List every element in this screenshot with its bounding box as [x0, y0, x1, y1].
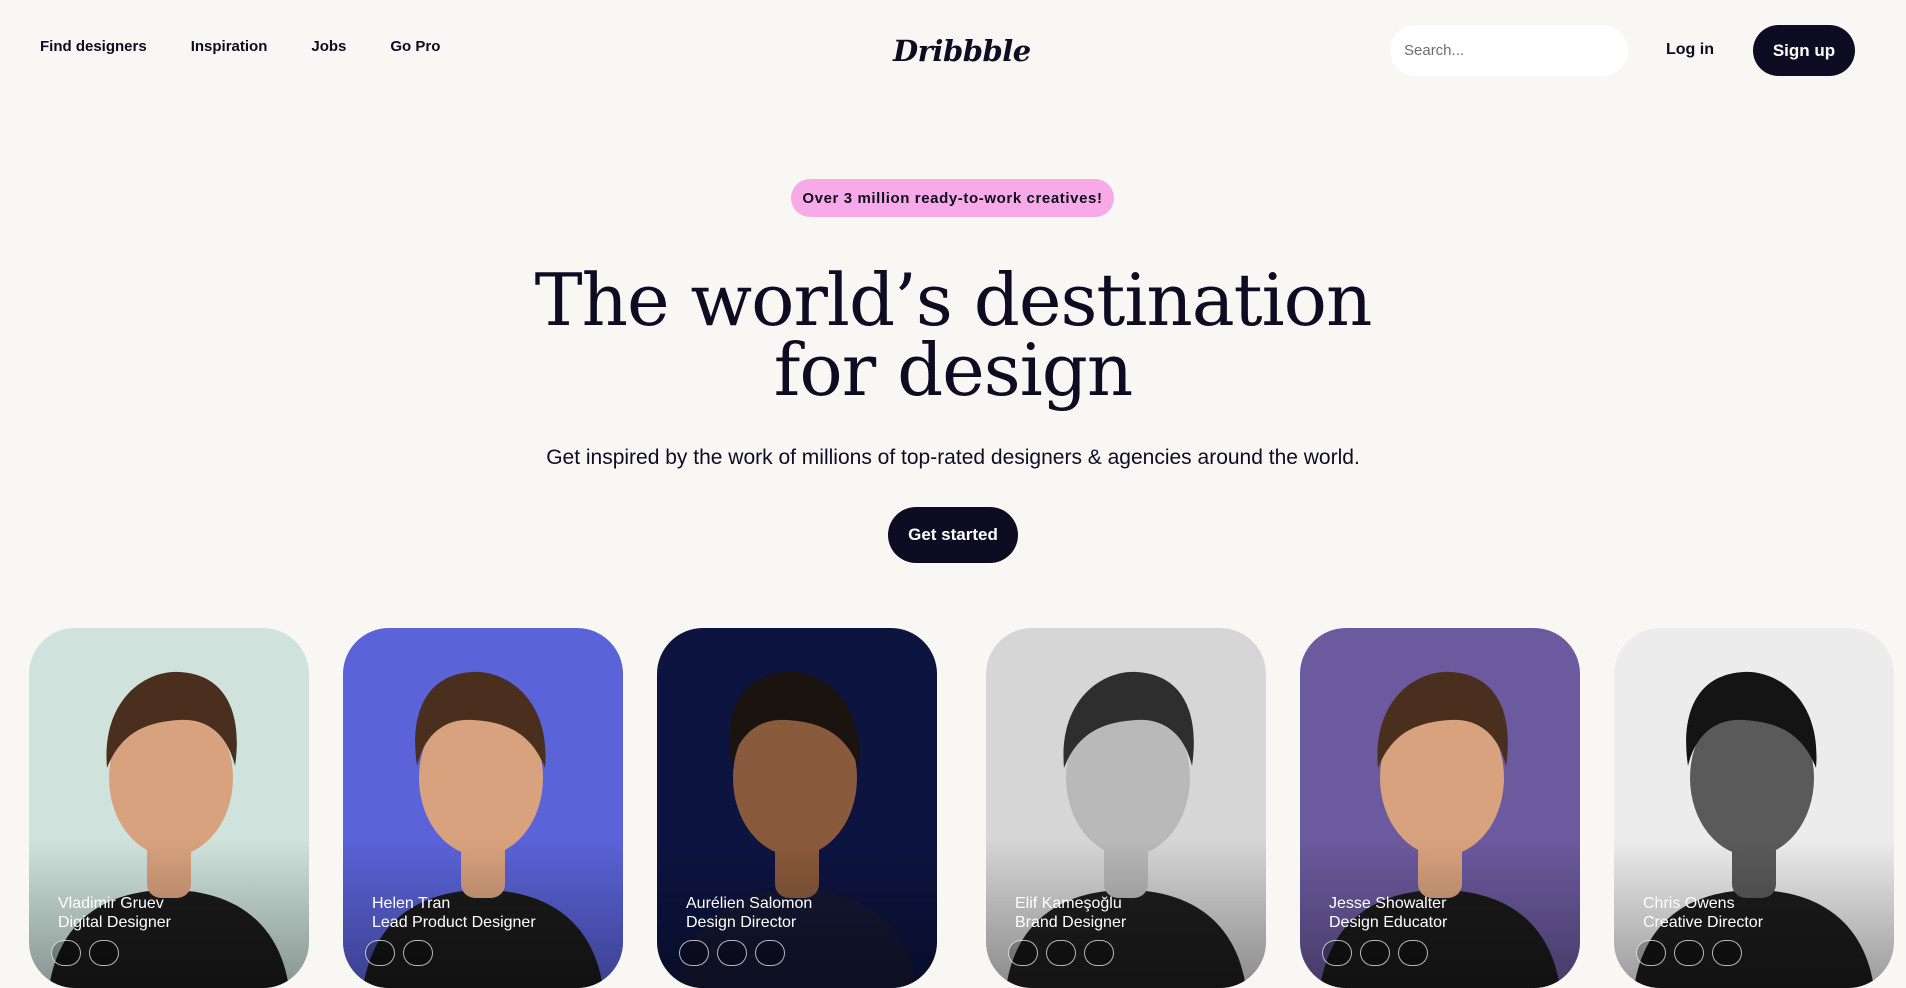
- designer-tag[interactable]: [403, 940, 433, 966]
- primary-nav: Find designers Inspiration Jobs Go Pro: [40, 38, 440, 55]
- login-link[interactable]: Log in: [1666, 41, 1714, 59]
- designer-role: Creative Director: [1643, 914, 1764, 931]
- hero-badge: Over 3 million ready-to-work creatives!: [791, 179, 1114, 217]
- dribbble-logo[interactable]: Dribbble: [893, 34, 1031, 68]
- hero-headline: The world’s destination for design: [453, 264, 1453, 406]
- nav-link-jobs[interactable]: Jobs: [311, 38, 346, 55]
- signup-button[interactable]: Sign up: [1753, 25, 1855, 76]
- nav-link-go-pro[interactable]: Go Pro: [390, 38, 440, 55]
- designer-role: Digital Designer: [58, 914, 171, 931]
- designer-tag[interactable]: [1322, 940, 1352, 966]
- designer-tags: [1636, 940, 1742, 966]
- designer-tag[interactable]: [365, 940, 395, 966]
- designer-role: Design Educator: [1329, 914, 1448, 931]
- top-navigation: Find designers Inspiration Jobs Go Pro D…: [0, 0, 1906, 100]
- designer-role: Brand Designer: [1015, 914, 1127, 931]
- designer-tag[interactable]: [1398, 940, 1428, 966]
- get-started-button[interactable]: Get started: [888, 507, 1018, 563]
- designer-card[interactable]: Helen Tran Lead Product Designer: [343, 628, 623, 988]
- designer-card[interactable]: Aurélien Salomon Design Director: [657, 628, 937, 988]
- hero-subheadline: Get inspired by the work of millions of …: [546, 446, 1360, 469]
- search-box[interactable]: [1390, 25, 1628, 76]
- designer-tag[interactable]: [717, 940, 747, 966]
- designer-tag[interactable]: [1084, 940, 1114, 966]
- designer-tags: [365, 940, 433, 966]
- designer-tags: [51, 940, 119, 966]
- designer-tag[interactable]: [679, 940, 709, 966]
- designer-card[interactable]: Elif Kameşoğlu Brand Designer: [986, 628, 1266, 988]
- designer-name: Jesse Showalter: [1329, 895, 1447, 912]
- designer-tag[interactable]: [1712, 940, 1742, 966]
- nav-link-find-designers[interactable]: Find designers: [40, 38, 147, 55]
- designer-info: Elif Kameşoğlu Brand Designer: [1015, 894, 1126, 932]
- designer-info: Chris Owens Creative Director: [1643, 894, 1763, 932]
- designer-name: Elif Kameşoğlu: [1015, 895, 1122, 912]
- designer-tag[interactable]: [1360, 940, 1390, 966]
- designer-tag[interactable]: [755, 940, 785, 966]
- hero-headline-line-2: for design: [773, 328, 1133, 412]
- designer-tag[interactable]: [89, 940, 119, 966]
- designer-tag[interactable]: [1674, 940, 1704, 966]
- designer-card[interactable]: Vladimir Gruev Digital Designer: [29, 628, 309, 988]
- designer-info: Helen Tran Lead Product Designer: [372, 894, 536, 932]
- designer-name: Aurélien Salomon: [686, 895, 813, 912]
- designer-name: Vladimir Gruev: [58, 895, 164, 912]
- designer-info: Jesse Showalter Design Educator: [1329, 894, 1447, 932]
- designer-name: Chris Owens: [1643, 895, 1735, 912]
- designer-name: Helen Tran: [372, 895, 451, 912]
- designer-tag[interactable]: [51, 940, 81, 966]
- designer-card[interactable]: Chris Owens Creative Director: [1614, 628, 1894, 988]
- designer-info: Aurélien Salomon Design Director: [686, 894, 812, 932]
- designer-tag[interactable]: [1636, 940, 1666, 966]
- designer-tags: [1008, 940, 1114, 966]
- designer-tag[interactable]: [1046, 940, 1076, 966]
- designer-card[interactable]: Jesse Showalter Design Educator: [1300, 628, 1580, 988]
- designer-tag[interactable]: [1008, 940, 1038, 966]
- designer-role: Lead Product Designer: [372, 914, 536, 931]
- designer-role: Design Director: [686, 914, 797, 931]
- designer-tags: [679, 940, 785, 966]
- search-input[interactable]: [1404, 42, 1614, 59]
- designer-tags: [1322, 940, 1428, 966]
- designer-info: Vladimir Gruev Digital Designer: [58, 894, 171, 932]
- nav-link-inspiration[interactable]: Inspiration: [191, 38, 268, 55]
